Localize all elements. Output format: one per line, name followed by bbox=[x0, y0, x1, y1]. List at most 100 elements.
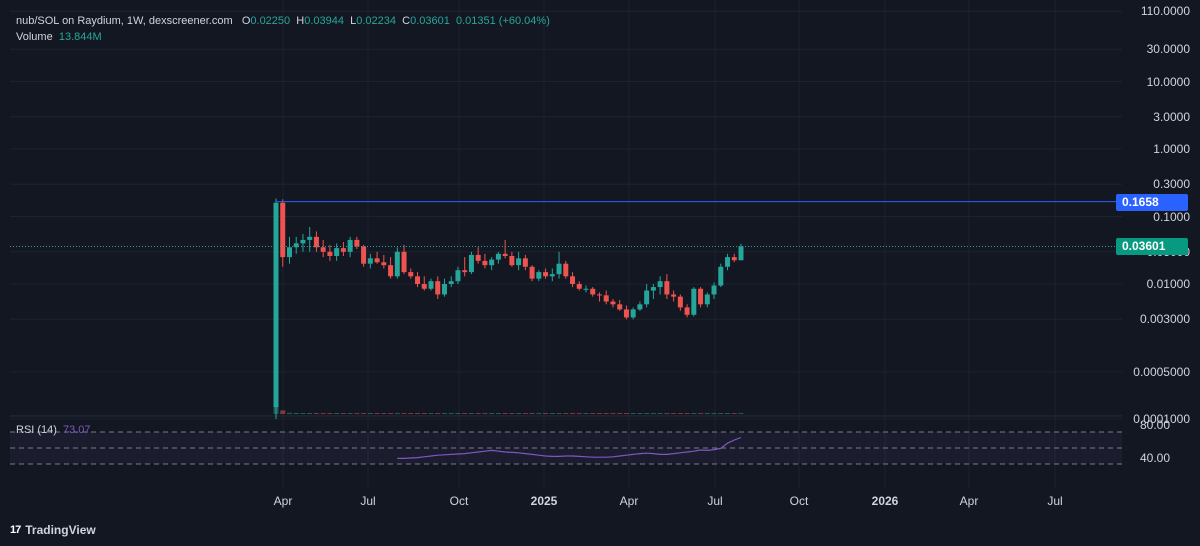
volume-bar bbox=[286, 412, 292, 414]
candle-body bbox=[556, 263, 562, 275]
volume-bar bbox=[367, 413, 373, 414]
price-tick-label: 110.0000 bbox=[1140, 4, 1190, 19]
rsi-value: 73.07 bbox=[62, 424, 91, 436]
volume-bar bbox=[596, 413, 602, 414]
candle-body bbox=[570, 276, 576, 284]
candle-body bbox=[415, 276, 421, 284]
volume-bar bbox=[381, 413, 387, 414]
volume-bar bbox=[617, 413, 623, 414]
candle-body bbox=[313, 236, 319, 248]
volume-bar bbox=[684, 413, 690, 414]
candle-body bbox=[603, 295, 609, 302]
volume-bar bbox=[563, 413, 569, 414]
candle-body bbox=[711, 285, 717, 295]
candle-body bbox=[280, 202, 286, 258]
rsi-tick-80: 80.00 bbox=[1139, 418, 1170, 432]
candle-body bbox=[462, 270, 468, 273]
pair-label: nub/SOL on Raydium, 1W, dexscreener.com bbox=[16, 15, 233, 27]
candle-body bbox=[455, 270, 461, 282]
volume-value: 13.844M bbox=[58, 31, 102, 43]
volume-bar bbox=[462, 413, 468, 414]
candle-body bbox=[307, 236, 313, 240]
volume-bar bbox=[475, 413, 481, 414]
candle-body bbox=[664, 281, 670, 295]
candle-body bbox=[354, 239, 360, 247]
volume-bar bbox=[664, 413, 670, 414]
volume-bar bbox=[300, 413, 306, 414]
candle-body bbox=[549, 274, 555, 277]
volume-bar bbox=[583, 413, 589, 414]
close-value: 0.03601 bbox=[410, 15, 450, 27]
volume-bar bbox=[650, 413, 656, 414]
candle-body bbox=[401, 251, 407, 273]
time-tick-label: Jul bbox=[1047, 494, 1063, 508]
candle-body bbox=[583, 288, 589, 290]
price-tick-label: 0.0005000 bbox=[1133, 364, 1190, 379]
volume-bar bbox=[637, 413, 643, 414]
candle-body bbox=[367, 258, 373, 264]
time-tick-label: 2026 bbox=[871, 494, 899, 508]
change-value: 0.01351 (+60.04%) bbox=[455, 15, 550, 27]
candle-body bbox=[448, 281, 454, 284]
candle-body bbox=[536, 272, 542, 279]
volume-bar bbox=[590, 413, 596, 414]
time-tick-label: Apr bbox=[959, 494, 979, 508]
volume-bar bbox=[361, 413, 367, 414]
volume-bar bbox=[455, 413, 461, 414]
candle-body bbox=[428, 281, 434, 289]
candle-body bbox=[495, 253, 501, 260]
candle-body bbox=[637, 304, 643, 310]
volume-bar bbox=[320, 413, 326, 414]
time-tick-label: Oct bbox=[789, 494, 809, 508]
volume-bar bbox=[603, 413, 609, 414]
rsi-label: RSI (14) bbox=[16, 424, 57, 436]
volume-bar bbox=[509, 413, 515, 414]
time-tick-label: Jul bbox=[360, 494, 376, 508]
candle-body bbox=[381, 262, 387, 266]
time-tick-label: 2025 bbox=[530, 494, 558, 508]
volume-bar bbox=[327, 413, 333, 414]
volume-bar bbox=[623, 413, 629, 414]
ohlc-legend: nub/SOL on Raydium, 1W, dexscreener.com … bbox=[16, 15, 550, 27]
candle-body bbox=[441, 284, 447, 295]
tradingview-brand[interactable]: 17 TradingView bbox=[10, 523, 96, 537]
candle-body bbox=[374, 258, 380, 263]
candle-body bbox=[334, 248, 340, 256]
tradingview-logo-icon: 17 bbox=[10, 524, 21, 536]
candle-body bbox=[738, 246, 744, 261]
price-tick-label: 10.0000 bbox=[1146, 74, 1190, 89]
volume-bar bbox=[610, 413, 616, 414]
candle-body bbox=[522, 258, 528, 267]
candle-body bbox=[671, 294, 677, 297]
price-tick-label: 0.003000 bbox=[1139, 312, 1190, 327]
chart-area[interactable] bbox=[10, 0, 1122, 488]
volume-bar bbox=[428, 413, 434, 414]
price-tick-label: 3.0000 bbox=[1153, 109, 1190, 124]
volume-bar bbox=[273, 354, 279, 414]
price-chart-svg[interactable] bbox=[10, 0, 1122, 488]
candle-body bbox=[623, 309, 629, 318]
volume-bar bbox=[280, 410, 286, 414]
volume-bar bbox=[570, 413, 576, 414]
candle-body bbox=[529, 266, 535, 279]
candle-body bbox=[596, 294, 602, 296]
candle-body bbox=[543, 272, 549, 277]
candle-body bbox=[421, 284, 427, 289]
volume-bar bbox=[468, 413, 474, 414]
candle-body bbox=[644, 290, 650, 305]
volume-bar bbox=[516, 413, 522, 414]
close-key: C bbox=[402, 15, 411, 27]
candle-body bbox=[435, 281, 441, 295]
volume-legend: Volume 13.844M bbox=[16, 31, 102, 43]
volume-bar bbox=[549, 413, 555, 414]
candle-body bbox=[408, 272, 414, 277]
candle-body bbox=[347, 239, 353, 252]
candle-body bbox=[340, 248, 346, 252]
volume-bar bbox=[731, 413, 737, 414]
volume-bar bbox=[536, 413, 542, 414]
volume-label: Volume bbox=[16, 31, 53, 43]
candle-body bbox=[509, 255, 515, 266]
volume-bar bbox=[691, 413, 697, 414]
volume-bar bbox=[388, 413, 394, 414]
candle-body bbox=[610, 301, 616, 305]
